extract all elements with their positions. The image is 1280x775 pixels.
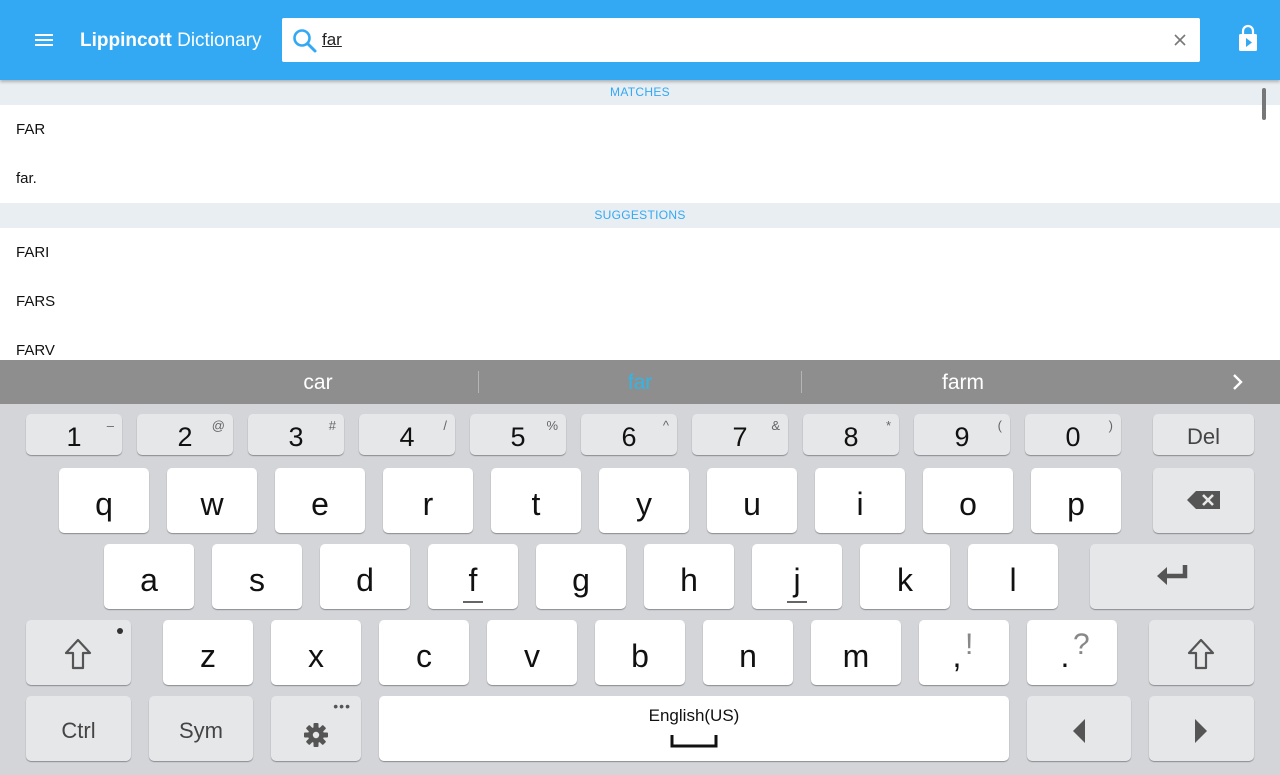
keyboard-suggestion-car[interactable]: car <box>158 360 478 404</box>
key-x[interactable]: x <box>271 620 361 685</box>
match-item[interactable]: FAR <box>0 105 1280 154</box>
shift-icon <box>1187 638 1215 670</box>
key-s[interactable]: s <box>212 544 302 609</box>
key-z[interactable]: z <box>163 620 253 685</box>
on-screen-keyboard: 1– 2 @ 3 # 4/ 5% 6 ^ 7 & 8 * 9( 0) Del q w e … <box>0 404 1280 775</box>
enter-key[interactable] <box>1090 544 1254 609</box>
menu-button[interactable] <box>26 24 62 56</box>
arrow-left-icon <box>1073 719 1085 743</box>
arrow-right-icon <box>1195 719 1207 743</box>
search-box[interactable] <box>282 18 1200 62</box>
backspace-key[interactable] <box>1153 468 1254 533</box>
suggestion-divider <box>801 371 802 393</box>
key-5[interactable]: 5% <box>470 414 566 455</box>
key-r[interactable]: r <box>383 468 473 533</box>
shift-indicator-dot <box>117 628 123 634</box>
match-item[interactable]: far. <box>0 154 1280 203</box>
enter-icon <box>1157 565 1188 585</box>
app-title: Lippincott Dictionary <box>80 29 262 53</box>
key-w[interactable]: w <box>167 468 257 533</box>
suggestion-divider <box>478 371 479 393</box>
keyboard-suggestion-far[interactable]: far <box>480 360 800 404</box>
key-v[interactable]: v <box>487 620 577 685</box>
key-u[interactable]: u <box>707 468 797 533</box>
key-3[interactable]: 3 # <box>248 414 344 455</box>
key-t[interactable]: t <box>491 468 581 533</box>
del-key[interactable]: Del <box>1153 414 1254 455</box>
shift-key-left[interactable] <box>26 620 131 685</box>
key-j[interactable]: j <box>752 544 842 609</box>
key-4[interactable]: 4/ <box>359 414 455 455</box>
key-l[interactable]: l <box>968 544 1058 609</box>
app-bar: Lippincott Dictionary <box>0 0 1280 80</box>
key-n[interactable]: n <box>703 620 793 685</box>
key-k[interactable]: k <box>860 544 950 609</box>
keyboard-suggestion-bar: car far farm <box>0 360 1280 404</box>
space-bar-icon <box>670 735 718 748</box>
sym-key[interactable]: Sym <box>149 696 253 761</box>
key-y[interactable]: y <box>599 468 689 533</box>
key-m[interactable]: m <box>811 620 901 685</box>
settings-key[interactable]: ••• <box>271 696 361 761</box>
shift-icon <box>64 638 92 670</box>
key-comma[interactable]: ,! <box>919 620 1009 685</box>
key-0[interactable]: 0) <box>1025 414 1121 455</box>
app-title-regular: Dictionary <box>171 30 262 51</box>
close-icon[interactable] <box>1170 30 1190 50</box>
home-key-marker <box>787 601 807 603</box>
app-title-bold: Lippincott <box>80 30 172 51</box>
suggestion-item[interactable]: FARV <box>0 326 1280 360</box>
key-period[interactable]: .? <box>1027 620 1117 685</box>
key-o[interactable]: o <box>923 468 1013 533</box>
key-q[interactable]: q <box>59 468 149 533</box>
search-icon <box>293 29 317 53</box>
results-list: MATCHES FAR far. SUGGESTIONS FARI FARS F… <box>0 80 1280 360</box>
key-a[interactable]: a <box>104 544 194 609</box>
search-input[interactable] <box>322 26 1142 54</box>
key-f[interactable]: f <box>428 544 518 609</box>
scrollbar-thumb[interactable] <box>1262 88 1266 120</box>
key-h[interactable]: h <box>644 544 734 609</box>
arrow-right-key[interactable] <box>1149 696 1254 761</box>
gear-icon <box>304 723 328 747</box>
ctrl-key[interactable]: Ctrl <box>26 696 131 761</box>
store-bag-icon[interactable] <box>1232 24 1264 56</box>
suggestions-header: SUGGESTIONS <box>0 203 1280 228</box>
keyboard-suggestion-farm[interactable]: farm <box>803 360 1123 404</box>
shift-key-right[interactable] <box>1149 620 1254 685</box>
suggestion-item[interactable]: FARS <box>0 277 1280 326</box>
suggestion-item[interactable]: FARI <box>0 228 1280 277</box>
key-2[interactable]: 2 @ <box>137 414 233 455</box>
space-key[interactable]: English(US) <box>379 696 1009 761</box>
chevron-right-icon[interactable] <box>1226 371 1250 393</box>
key-g[interactable]: g <box>536 544 626 609</box>
backspace-icon <box>1187 491 1220 509</box>
key-8[interactable]: 8 * <box>803 414 899 455</box>
key-e[interactable]: e <box>275 468 365 533</box>
key-7[interactable]: 7 & <box>692 414 788 455</box>
key-c[interactable]: c <box>379 620 469 685</box>
matches-header: MATCHES <box>0 80 1280 105</box>
key-d[interactable]: d <box>320 544 410 609</box>
home-key-marker <box>463 601 483 603</box>
key-1[interactable]: 1– <box>26 414 122 455</box>
key-9[interactable]: 9( <box>914 414 1010 455</box>
more-dots-icon: ••• <box>333 698 351 714</box>
key-i[interactable]: i <box>815 468 905 533</box>
key-b[interactable]: b <box>595 620 685 685</box>
key-p[interactable]: p <box>1031 468 1121 533</box>
key-6[interactable]: 6 ^ <box>581 414 677 455</box>
arrow-left-key[interactable] <box>1027 696 1131 761</box>
menu-icon <box>35 34 53 36</box>
